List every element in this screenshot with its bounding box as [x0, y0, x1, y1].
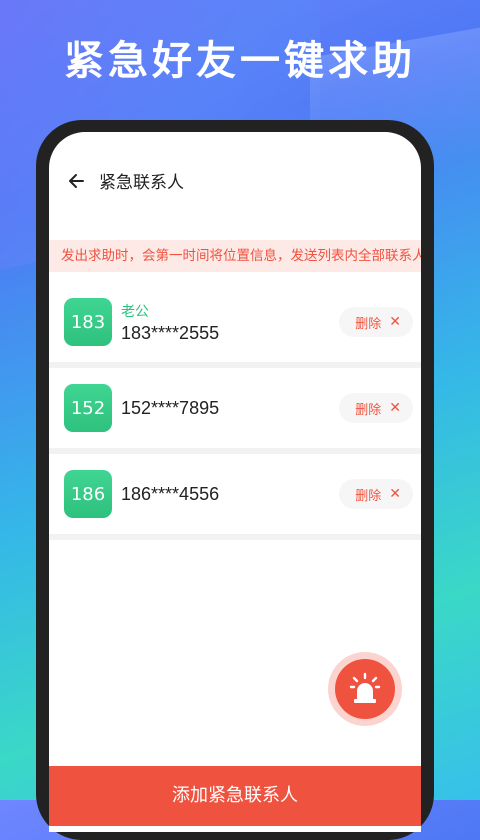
close-icon: ✕	[389, 314, 401, 330]
close-icon: ✕	[389, 400, 401, 416]
contact-name: 老公	[121, 303, 149, 320]
close-icon: ✕	[389, 486, 401, 502]
contact-phone: 152****7895	[121, 397, 220, 418]
notice-banner: 发出求助时，会第一时间将位置信息，发送列表内全部联系人	[49, 240, 421, 272]
add-contact-button[interactable]: 添加紧急联系人	[49, 766, 421, 826]
page-title: 紧急联系人	[99, 173, 184, 193]
alarm-siren-icon	[335, 659, 395, 719]
delete-label: 删除	[355, 402, 382, 418]
app-screen: 紧急联系人 发出求助时，会第一时间将位置信息，发送列表内全部联系人 183 老公…	[49, 132, 421, 832]
avatar: 183	[64, 298, 112, 346]
avatar: 186	[64, 470, 112, 518]
contact-card: 152 152****7895 删除 ✕	[49, 368, 421, 454]
delete-button[interactable]: 删除 ✕	[339, 479, 413, 509]
sos-button[interactable]	[328, 652, 402, 726]
avatar: 152	[64, 384, 112, 432]
delete-button[interactable]: 删除 ✕	[339, 307, 413, 337]
arrow-left-icon[interactable]	[67, 170, 89, 192]
contact-list: 183 老公 183****2555 删除 ✕ 152 152****7895 …	[49, 282, 421, 540]
contact-phone: 183****2555	[121, 322, 220, 343]
contact-card: 183 老公 183****2555 删除 ✕	[49, 282, 421, 368]
delete-label: 删除	[355, 316, 382, 332]
contact-card: 186 186****4556 删除 ✕	[49, 454, 421, 540]
delete-label: 删除	[355, 488, 382, 504]
page-header: 紧急联系人	[67, 168, 184, 193]
delete-button[interactable]: 删除 ✕	[339, 393, 413, 423]
promo-title: 紧急好友一键求助	[64, 38, 416, 84]
contact-phone: 186****4556	[121, 483, 220, 504]
